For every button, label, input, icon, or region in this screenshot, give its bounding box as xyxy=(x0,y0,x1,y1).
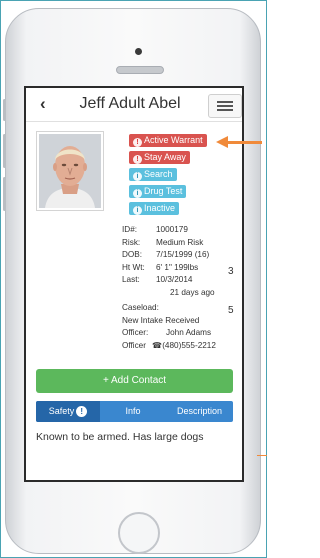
phone-screen: ‹ Jeff Adult Abel ! Active Warrant ! Stay … xyxy=(24,86,244,482)
badge-drug-test: i Drug Test xyxy=(129,185,187,198)
tab-description[interactable]: Description xyxy=(166,401,233,422)
dob-value: 7/15/1999 (16) xyxy=(156,250,210,259)
volume-down-button xyxy=(3,177,6,211)
officer-value: John Adams xyxy=(166,328,212,337)
last-ago: 21 days ago xyxy=(170,287,215,297)
risk-value: Medium Risk xyxy=(156,237,204,247)
officer-phone: (480)555-2212 xyxy=(162,340,216,350)
phone-icon: ☎ xyxy=(152,340,163,350)
safety-note: Known to be armed. Has large dogs xyxy=(36,431,204,443)
mugshot-frame xyxy=(36,131,104,211)
warning-icon: ! xyxy=(133,155,142,164)
truncated-text-2: 5 xyxy=(228,305,234,316)
truncated-text-1: 3 xyxy=(228,266,234,277)
mugshot-photo xyxy=(39,134,101,208)
page-title: Jeff Adult Abel xyxy=(79,95,181,112)
id-value: 1000179 xyxy=(156,225,188,234)
hamburger-icon[interactable] xyxy=(208,94,242,118)
warning-icon: ! xyxy=(133,138,142,147)
tab-safety[interactable]: Safety! xyxy=(36,401,100,422)
annotation-tick xyxy=(257,455,267,456)
app-header: ‹ Jeff Adult Abel xyxy=(26,88,242,122)
mute-switch xyxy=(3,99,6,121)
info-icon: i xyxy=(133,172,142,181)
last-label: Last: xyxy=(122,275,140,284)
caseload-label: Caseload: xyxy=(122,303,159,312)
htwt-label: Ht Wt: xyxy=(122,262,145,272)
home-button[interactable] xyxy=(118,512,160,554)
badge-inactive: i Inactive xyxy=(129,202,180,215)
badge-active-warrant: ! Active Warrant xyxy=(129,134,207,147)
volume-up-button xyxy=(3,134,6,168)
officer-label: Officer: xyxy=(122,328,149,337)
caseload-value: New Intake Received xyxy=(122,315,200,325)
officer-phone-label: Officer xyxy=(122,340,146,350)
tab-bar: Safety! Info Description xyxy=(36,401,233,422)
risk-label: Risk: xyxy=(122,237,141,247)
alert-icon: ! xyxy=(76,406,88,417)
badge-stay-away: ! Stay Away xyxy=(129,151,190,164)
speaker-grille xyxy=(116,66,164,74)
htwt-value: 6' 1" 199lbs xyxy=(156,262,199,272)
camera-icon xyxy=(135,48,142,55)
badge-search: i Search xyxy=(129,168,177,181)
tab-info[interactable]: Info xyxy=(100,401,166,422)
officer-phone-link[interactable]: ☎(480)555-2212 xyxy=(152,340,216,353)
last-value: 10/3/2014 xyxy=(156,275,193,284)
annotation-arrow-line xyxy=(228,141,262,144)
info-icon: i xyxy=(133,189,142,198)
chevron-left-icon[interactable]: ‹ xyxy=(40,94,46,114)
info-icon: i xyxy=(133,206,142,215)
id-label: ID#: xyxy=(122,225,138,234)
annotation-arrow-icon xyxy=(216,136,228,148)
dob-label: DOB: xyxy=(122,250,143,259)
add-contact-button[interactable]: + Add Contact xyxy=(36,369,233,393)
